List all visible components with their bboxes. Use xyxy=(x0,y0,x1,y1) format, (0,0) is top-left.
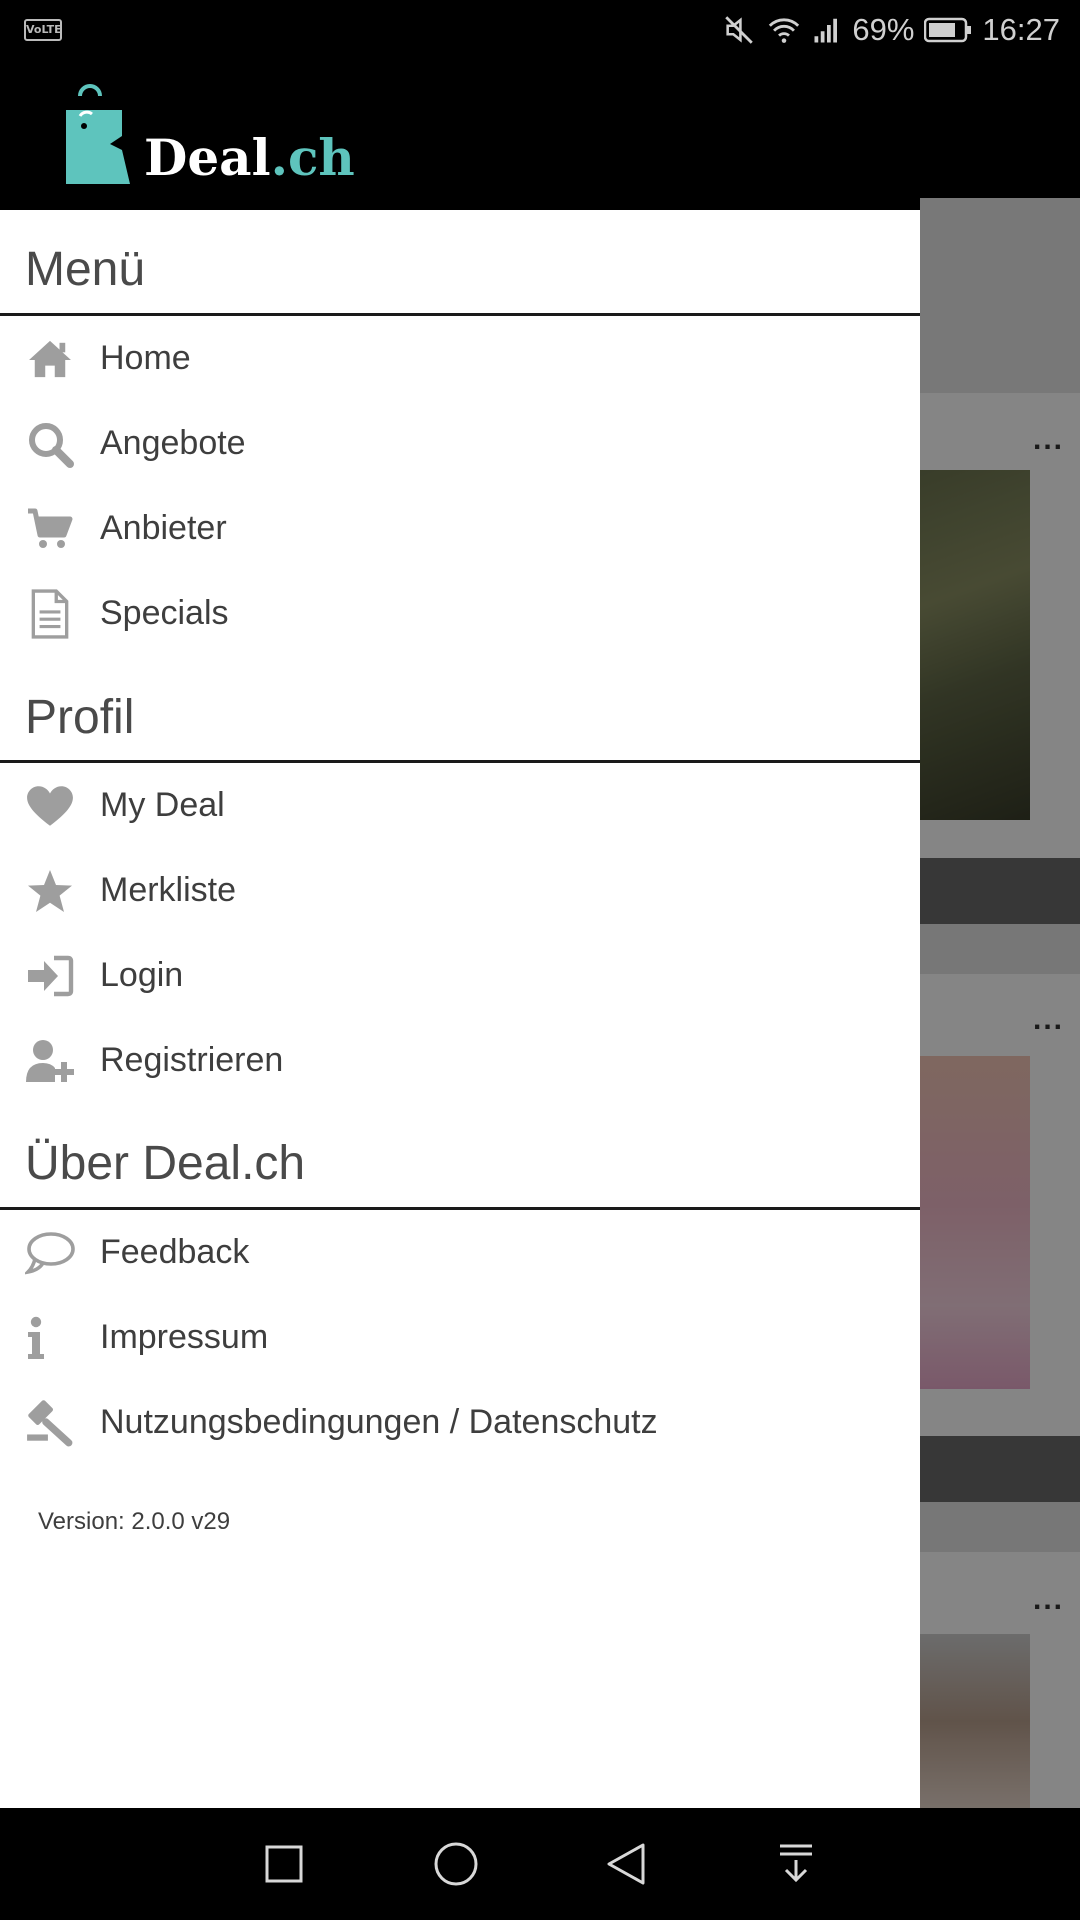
drawer-scrim[interactable] xyxy=(920,198,1080,1808)
menu-item-specials[interactable]: Specials xyxy=(0,571,920,656)
battery-icon xyxy=(924,17,972,43)
menu-label: Registrieren xyxy=(100,1041,284,1079)
logo-text: Deal xyxy=(144,128,271,187)
menu-item-impressum[interactable]: Impressum xyxy=(0,1295,920,1380)
menu-label: Impressum xyxy=(100,1318,269,1356)
deal-ch-logo[interactable]: Deal.ch xyxy=(60,84,355,194)
menu-label: Merkliste xyxy=(100,871,237,909)
login-icon xyxy=(24,950,76,1002)
navigation-drawer: Menü Home Angebote Anbieter Specials Pro… xyxy=(0,210,920,1808)
document-icon xyxy=(24,588,76,640)
app-version: Version: 2.0.0 v29 xyxy=(38,1508,231,1535)
info-icon xyxy=(24,1312,76,1364)
menu-item-angebote[interactable]: Angebote xyxy=(0,401,920,486)
section-title-profil: Profil xyxy=(25,691,135,744)
notification-pulldown-button[interactable] xyxy=(768,1836,824,1892)
status-bar: VoLTE 69% 16:27 xyxy=(0,0,1080,60)
status-icons: 69% 16:27 xyxy=(722,10,1060,50)
battery-percent: 69% xyxy=(852,12,915,47)
menu-item-home[interactable]: Home xyxy=(0,316,920,401)
menu-label: Angebote xyxy=(100,424,246,462)
menu-item-merkliste[interactable]: Merkliste xyxy=(0,848,920,933)
menu-label: Login xyxy=(100,956,184,994)
recents-button[interactable] xyxy=(256,1836,312,1892)
menu-label: Anbieter xyxy=(100,509,227,547)
home-button[interactable] xyxy=(428,1836,484,1892)
menu-item-registrieren[interactable]: Registrieren xyxy=(0,1018,920,1103)
menu-label: Home xyxy=(100,339,191,377)
section-title-menu: Menü xyxy=(25,243,146,296)
search-icon xyxy=(24,418,76,470)
section-title-ueber: Über Deal.ch xyxy=(25,1137,306,1190)
menu-label: My Deal xyxy=(100,786,225,824)
back-button[interactable] xyxy=(598,1836,654,1892)
volte-indicator: VoLTE xyxy=(24,19,62,41)
cart-icon xyxy=(24,503,76,555)
star-icon xyxy=(24,865,76,917)
menu-item-login[interactable]: Login xyxy=(0,933,920,1018)
system-nav-bar xyxy=(0,1808,1080,1920)
menu-item-feedback[interactable]: Feedback xyxy=(0,1210,920,1295)
menu-item-my-deal[interactable]: My Deal xyxy=(0,763,920,848)
menu-label: Specials xyxy=(100,594,229,632)
heart-icon xyxy=(24,780,76,832)
signal-icon xyxy=(812,15,842,45)
app-header: Deal.ch xyxy=(0,60,1080,210)
add-user-icon xyxy=(24,1035,76,1087)
menu-item-anbieter[interactable]: Anbieter xyxy=(0,486,920,571)
mute-icon xyxy=(722,13,756,47)
clock: 16:27 xyxy=(982,12,1060,47)
wifi-icon xyxy=(766,13,802,47)
menu-label: Feedback xyxy=(100,1233,250,1271)
menu-item-nutzungsbedingungen[interactable]: Nutzungsbedingungen / Datenschutz xyxy=(0,1380,920,1465)
menu-label: Nutzungsbedingungen / Datenschutz xyxy=(100,1403,658,1441)
home-icon xyxy=(24,333,76,385)
logo-suffix: .ch xyxy=(270,128,355,187)
gavel-icon xyxy=(24,1397,76,1449)
speech-bubble-icon xyxy=(24,1227,76,1279)
